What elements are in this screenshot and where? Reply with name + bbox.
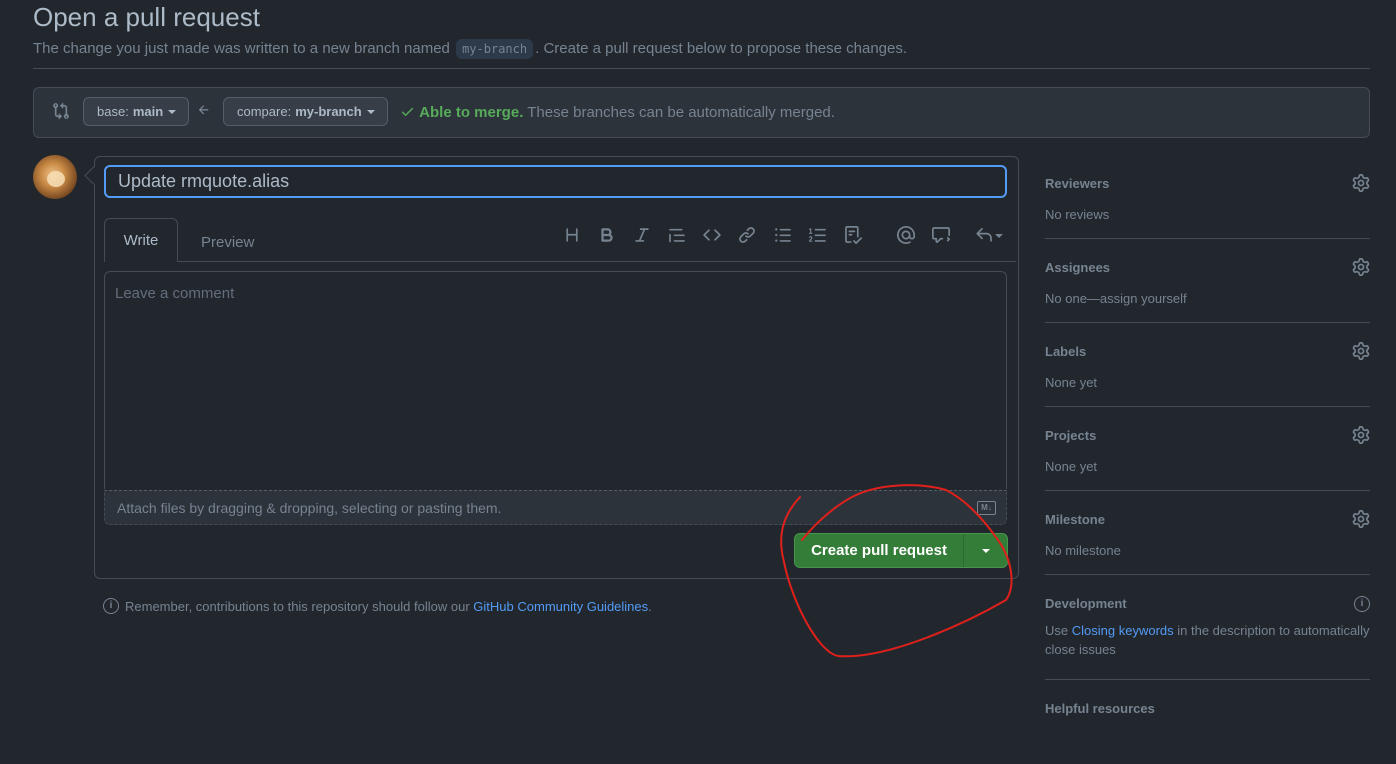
reviewers-value: No reviews bbox=[1045, 207, 1110, 222]
sidebar-assignees: Assignees No one—assign yourself bbox=[1045, 239, 1370, 323]
tabs-divider bbox=[104, 261, 1016, 262]
compare-bar: base: main compare: my-branch Able to me… bbox=[33, 87, 1370, 138]
caret-down-icon bbox=[366, 109, 375, 114]
sidebar-reviewers: Reviewers No reviews bbox=[1045, 155, 1370, 239]
git-compare-icon bbox=[52, 102, 70, 120]
bold-icon[interactable] bbox=[597, 226, 617, 246]
projects-heading[interactable]: Projects bbox=[1045, 428, 1370, 443]
check-icon bbox=[400, 104, 419, 121]
gear-icon[interactable] bbox=[1352, 174, 1370, 192]
quote-icon[interactable] bbox=[667, 226, 687, 246]
pull-request-form: Write Preview Leave a comment Attach fil… bbox=[94, 156, 1019, 579]
tab-preview[interactable]: Preview bbox=[201, 234, 254, 251]
sidebar-labels: Labels None yet bbox=[1045, 323, 1370, 407]
sidebar-milestone: Milestone No milestone bbox=[1045, 491, 1370, 575]
merge-status-text: These branches can be automatically merg… bbox=[527, 104, 835, 121]
gear-icon[interactable] bbox=[1352, 510, 1370, 528]
gear-icon[interactable] bbox=[1352, 258, 1370, 276]
link-icon[interactable] bbox=[737, 226, 757, 246]
community-guidelines-link[interactable]: GitHub Community Guidelines bbox=[473, 599, 648, 614]
code-icon[interactable] bbox=[702, 226, 722, 246]
mention-icon[interactable] bbox=[896, 225, 916, 246]
subtitle-text: The change you just made was written to … bbox=[33, 40, 450, 57]
milestone-value: No milestone bbox=[1045, 543, 1121, 558]
title-input[interactable] bbox=[104, 165, 1007, 198]
header-divider bbox=[33, 68, 1370, 69]
sidebar-projects: Projects None yet bbox=[1045, 407, 1370, 491]
heading-icon[interactable] bbox=[562, 226, 582, 246]
reviewers-heading[interactable]: Reviewers bbox=[1045, 176, 1370, 191]
create-options-dropdown[interactable] bbox=[964, 548, 1007, 553]
info-icon: i bbox=[103, 598, 119, 614]
subtitle-text-end: . Create a pull request below to propose… bbox=[535, 40, 908, 57]
task-list-icon[interactable] bbox=[843, 226, 863, 246]
labels-heading[interactable]: Labels bbox=[1045, 344, 1370, 359]
development-heading: Development bbox=[1045, 596, 1127, 611]
ordered-list-icon[interactable] bbox=[808, 226, 828, 246]
arrow-left-icon bbox=[197, 103, 211, 122]
avatar[interactable] bbox=[33, 155, 77, 199]
labels-value: None yet bbox=[1045, 375, 1098, 390]
branch-name-code: my-branch bbox=[456, 39, 534, 59]
gear-icon[interactable] bbox=[1352, 342, 1370, 360]
base-branch-select[interactable]: base: main bbox=[83, 97, 190, 126]
attach-files-bar[interactable]: Attach files by dragging & dropping, sel… bbox=[104, 490, 1007, 525]
development-text-before: Use bbox=[1045, 623, 1069, 638]
sidebar-development: Development Use Closing keywords in the … bbox=[1045, 575, 1370, 680]
projects-value: None yet bbox=[1045, 459, 1098, 474]
guidelines-text: Remember, contributions to this reposito… bbox=[125, 598, 470, 614]
caret-down-icon bbox=[995, 234, 1003, 238]
attach-files-text: Attach files by dragging & dropping, sel… bbox=[117, 500, 502, 516]
merge-ok-text: Able to merge. bbox=[419, 104, 524, 121]
milestone-heading[interactable]: Milestone bbox=[1045, 512, 1370, 527]
compare-branch-select[interactable]: compare: my-branch bbox=[223, 97, 388, 126]
base-branch-value: main bbox=[132, 104, 164, 119]
compare-branch-value: my-branch bbox=[295, 104, 362, 119]
guidelines-note: i Remember, contributions to this reposi… bbox=[103, 598, 652, 614]
create-pull-request-label: Create pull request bbox=[811, 542, 947, 559]
comment-textarea[interactable]: Leave a comment bbox=[104, 271, 1007, 489]
tab-write[interactable]: Write bbox=[104, 218, 178, 262]
caret-down-icon bbox=[168, 109, 177, 114]
assignees-value[interactable]: No one—assign yourself bbox=[1045, 289, 1370, 308]
sidebar-helpful-resources: Helpful resources bbox=[1045, 680, 1370, 764]
markdown-icon[interactable]: M↓ bbox=[977, 501, 996, 515]
info-icon[interactable]: i bbox=[1354, 596, 1370, 612]
assignees-heading[interactable]: Assignees bbox=[1045, 260, 1370, 275]
reply-icon[interactable] bbox=[973, 226, 1005, 246]
page-title: Open a pull request bbox=[33, 2, 260, 32]
merge-status: Able to merge. These branches can be aut… bbox=[400, 104, 835, 121]
compare-label: compare: bbox=[237, 104, 292, 119]
page-subtitle: The change you just made was written to … bbox=[33, 39, 908, 59]
create-pull-request-button[interactable]: Create pull request bbox=[794, 533, 1008, 568]
closing-keywords-link[interactable]: Closing keywords bbox=[1072, 623, 1174, 638]
reference-icon[interactable] bbox=[931, 226, 951, 246]
gear-icon[interactable] bbox=[1352, 426, 1370, 444]
italic-icon[interactable] bbox=[632, 226, 652, 246]
unordered-list-icon[interactable] bbox=[773, 226, 793, 246]
base-label: base: bbox=[97, 104, 129, 119]
guidelines-end: . bbox=[648, 598, 652, 614]
caret-down-icon bbox=[981, 548, 990, 553]
sidebar: Reviewers No reviews Assignees No one—as… bbox=[1045, 155, 1370, 764]
helpful-resources-heading: Helpful resources bbox=[1045, 701, 1155, 716]
development-value: Use Closing keywords in the description … bbox=[1045, 621, 1370, 659]
